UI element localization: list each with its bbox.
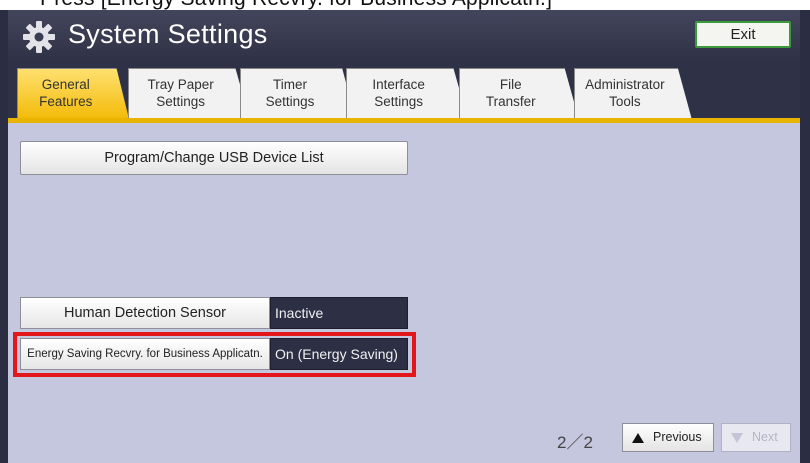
- page-indicator: 2／2: [557, 433, 593, 452]
- human-detection-sensor-value[interactable]: Inactive: [270, 297, 408, 329]
- tab-interface-settings[interactable]: Interface Settings: [346, 68, 468, 120]
- tab-label: Interface Settings: [372, 77, 425, 109]
- previous-button[interactable]: Previous: [622, 423, 714, 452]
- triangle-up-icon: [632, 433, 644, 443]
- tab-tray-paper-settings[interactable]: Tray Paper Settings: [128, 68, 250, 120]
- next-button[interactable]: Next: [721, 423, 791, 452]
- tab-label: Administrator Tools: [585, 77, 665, 109]
- instruction-caption-strip: Press [Energy Saving Recvry. for Busines…: [0, 0, 810, 10]
- exit-button[interactable]: Exit: [695, 21, 791, 48]
- program-usb-device-list-button[interactable]: Program/Change USB Device List: [20, 141, 408, 175]
- next-label: Next: [752, 430, 778, 444]
- gear-icon: [23, 21, 55, 53]
- tab-general-features[interactable]: General Features: [17, 68, 130, 123]
- instruction-caption: Press [Energy Saving Recvry. for Busines…: [40, 0, 552, 10]
- tab-timer-settings[interactable]: Timer Settings: [240, 68, 356, 120]
- previous-label: Previous: [653, 430, 702, 444]
- header-bar: System Settings: [8, 10, 800, 62]
- triangle-down-icon: [731, 433, 743, 443]
- tab-label: Timer Settings: [265, 77, 315, 109]
- tab-label: File Transfer: [485, 77, 536, 109]
- page-title: System Settings: [68, 19, 268, 49]
- tab-label: General Features: [39, 77, 93, 109]
- tab-underline: [8, 118, 800, 123]
- tab-file-transfer[interactable]: File Transfer: [459, 68, 579, 120]
- human-detection-sensor-button[interactable]: Human Detection Sensor: [20, 297, 270, 329]
- tab-administrator-tools[interactable]: Administrator Tools: [574, 68, 692, 120]
- tab-label: Tray Paper Settings: [147, 77, 214, 109]
- highlight-box: [13, 332, 416, 377]
